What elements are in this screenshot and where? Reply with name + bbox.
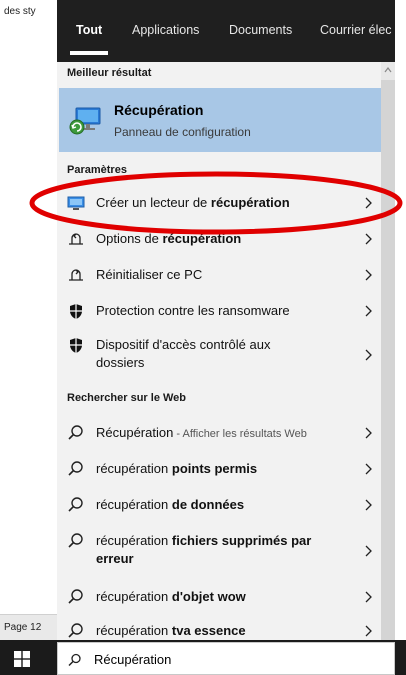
web-result-item[interactable]: récupération tva essence bbox=[59, 616, 381, 640]
item-label-bold: récupération bbox=[210, 195, 290, 210]
chevron-right-icon bbox=[365, 463, 372, 475]
settings-item-ransomware-protection[interactable]: Protection contre les ransomware bbox=[59, 294, 381, 328]
results-scrollbar[interactable] bbox=[381, 62, 395, 640]
search-icon bbox=[68, 497, 83, 512]
scroll-up-icon[interactable] bbox=[384, 66, 392, 74]
search-input[interactable]: Récupération bbox=[57, 642, 395, 675]
tab-applications[interactable]: Applications bbox=[132, 23, 199, 37]
search-tabs: Tout Applications Documents Courrier éle… bbox=[57, 0, 395, 62]
chevron-right-icon bbox=[365, 305, 372, 317]
chevron-right-icon bbox=[365, 591, 372, 603]
chevron-right-icon bbox=[365, 349, 372, 361]
item-label-bold: tva essence bbox=[171, 623, 246, 638]
best-result-title: Récupération bbox=[114, 102, 204, 118]
item-label: récupération bbox=[96, 497, 172, 512]
item-label-bold: points permis bbox=[171, 461, 258, 476]
chevron-right-icon bbox=[365, 233, 372, 245]
search-icon bbox=[68, 589, 83, 604]
settings-heading: Paramètres bbox=[67, 164, 127, 176]
web-result-item[interactable]: récupération fichiers supprimés par erre… bbox=[59, 526, 381, 576]
web-result-item[interactable]: récupération d'objet wow bbox=[59, 580, 381, 614]
settings-item-reset-pc[interactable]: Réinitialiser ce PC bbox=[59, 258, 381, 292]
recovery-options-icon bbox=[67, 230, 85, 248]
tab-all[interactable]: Tout bbox=[76, 23, 102, 37]
item-label: Options de bbox=[96, 231, 163, 246]
web-heading: Rechercher sur le Web bbox=[67, 392, 187, 404]
item-label: récupération bbox=[96, 623, 172, 638]
search-icon bbox=[68, 653, 81, 667]
best-result-heading: Meilleur résultat bbox=[67, 67, 152, 79]
web-result-item[interactable]: récupération points permis bbox=[59, 452, 381, 486]
settings-item-create-recovery-drive[interactable]: Créer un lecteur de récupération bbox=[59, 186, 381, 220]
item-label: récupération bbox=[96, 533, 172, 548]
item-label: Dispositif d'accès contrôlé aux dossiers bbox=[96, 337, 271, 370]
search-icon bbox=[68, 425, 83, 440]
chevron-right-icon bbox=[365, 625, 372, 637]
document-status-bar: Page 12 bbox=[0, 614, 60, 640]
item-label: Réinitialiser ce PC bbox=[96, 267, 203, 282]
web-result-item[interactable]: récupération de données bbox=[59, 488, 381, 522]
best-result-item[interactable]: Récupération Panneau de configuration bbox=[59, 88, 381, 152]
monitor-icon bbox=[67, 194, 85, 212]
chevron-right-icon bbox=[365, 197, 372, 209]
windows-start-icon[interactable] bbox=[14, 651, 30, 667]
item-label-bold: d'objet wow bbox=[171, 589, 246, 604]
search-icon bbox=[68, 461, 83, 476]
item-sublabel: - Afficher les résultats Web bbox=[173, 428, 307, 440]
reset-pc-icon bbox=[67, 266, 85, 284]
background-document: des sty Page 12 bbox=[0, 0, 60, 640]
shield-icon bbox=[67, 302, 85, 320]
chevron-right-icon bbox=[365, 545, 372, 557]
item-label: récupération bbox=[96, 461, 172, 476]
active-tab-indicator bbox=[70, 51, 108, 55]
item-label: Créer un lecteur de bbox=[96, 195, 211, 210]
recovery-icon bbox=[69, 107, 101, 135]
chevron-right-icon bbox=[365, 499, 372, 511]
search-icon bbox=[68, 533, 83, 548]
shield-icon bbox=[67, 336, 85, 354]
web-result-item[interactable]: Récupération - Afficher les résultats We… bbox=[59, 416, 381, 450]
item-label: Récupération bbox=[96, 425, 174, 440]
page-indicator: Page 12 bbox=[4, 622, 42, 633]
search-results-panel: Tout Applications Documents Courrier éle… bbox=[57, 0, 395, 640]
search-query: Récupération bbox=[94, 652, 172, 667]
tab-documents[interactable]: Documents bbox=[229, 23, 292, 37]
scrollbar-thumb[interactable] bbox=[381, 80, 395, 640]
item-label-bold: de données bbox=[171, 497, 245, 512]
settings-item-controlled-folder-access[interactable]: Dispositif d'accès contrôlé aux dossiers bbox=[59, 330, 381, 380]
chevron-right-icon bbox=[365, 427, 372, 439]
item-label-bold: récupération bbox=[162, 231, 242, 246]
tab-mail[interactable]: Courrier élec bbox=[320, 23, 392, 37]
search-icon bbox=[68, 623, 83, 638]
settings-item-recovery-options[interactable]: Options de récupération bbox=[59, 222, 381, 256]
item-label: récupération bbox=[96, 589, 172, 604]
document-text: des sty bbox=[4, 6, 36, 17]
best-result-subtitle: Panneau de configuration bbox=[114, 125, 251, 139]
chevron-right-icon bbox=[365, 269, 372, 281]
item-label: Protection contre les ransomware bbox=[96, 303, 290, 318]
